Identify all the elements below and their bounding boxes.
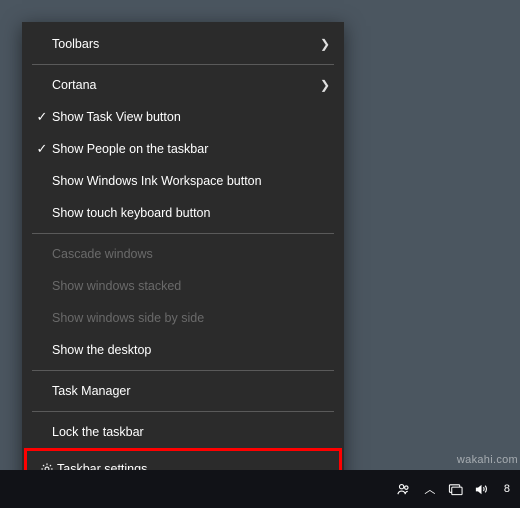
menu-item-cortana[interactable]: Cortana ❯ (22, 69, 344, 101)
menu-label: Show People on the taskbar (52, 142, 330, 156)
volume-icon[interactable] (474, 481, 490, 497)
clock[interactable]: 8 (500, 484, 514, 495)
menu-item-cascade-windows: Cascade windows (22, 238, 344, 270)
chevron-right-icon: ❯ (316, 37, 330, 51)
menu-item-task-manager[interactable]: Task Manager (22, 375, 344, 407)
menu-label: Task Manager (52, 384, 330, 398)
menu-item-lock-taskbar[interactable]: Lock the taskbar (22, 416, 344, 448)
menu-item-show-ink[interactable]: Show Windows Ink Workspace button (22, 165, 344, 197)
menu-item-toolbars[interactable]: Toolbars ❯ (22, 28, 344, 60)
check-icon: ✓ (32, 141, 52, 157)
menu-label: Show touch keyboard button (52, 206, 330, 220)
separator (32, 411, 334, 412)
menu-label: Lock the taskbar (52, 425, 330, 439)
menu-label: Show Task View button (52, 110, 330, 124)
watermark: wakahi.com (455, 452, 520, 468)
menu-label: Cortana (52, 78, 316, 92)
people-icon[interactable] (396, 481, 412, 497)
menu-item-show-touch-keyboard[interactable]: Show touch keyboard button (22, 197, 344, 229)
menu-label: Show the desktop (52, 343, 330, 357)
menu-label: Show windows side by side (52, 311, 330, 325)
menu-label: Cascade windows (52, 247, 330, 261)
chevron-up-icon[interactable]: ︿ (422, 481, 438, 497)
system-tray: ︿ 8 (396, 481, 518, 497)
chevron-right-icon: ❯ (316, 78, 330, 92)
menu-item-windows-stacked: Show windows stacked (22, 270, 344, 302)
menu-label: Show Windows Ink Workspace button (52, 174, 330, 188)
separator (32, 64, 334, 65)
network-icon[interactable] (448, 481, 464, 497)
menu-label: Toolbars (52, 37, 316, 51)
check-icon: ✓ (32, 109, 52, 125)
menu-item-show-people[interactable]: ✓ Show People on the taskbar (22, 133, 344, 165)
menu-item-show-desktop[interactable]: Show the desktop (22, 334, 344, 366)
separator (32, 233, 334, 234)
menu-item-show-task-view[interactable]: ✓ Show Task View button (22, 101, 344, 133)
separator (32, 370, 334, 371)
taskbar-context-menu: Toolbars ❯ Cortana ❯ ✓ Show Task View bu… (22, 22, 344, 492)
menu-label: Show windows stacked (52, 279, 330, 293)
taskbar: ︿ 8 (0, 470, 520, 508)
menu-item-windows-side-by-side: Show windows side by side (22, 302, 344, 334)
